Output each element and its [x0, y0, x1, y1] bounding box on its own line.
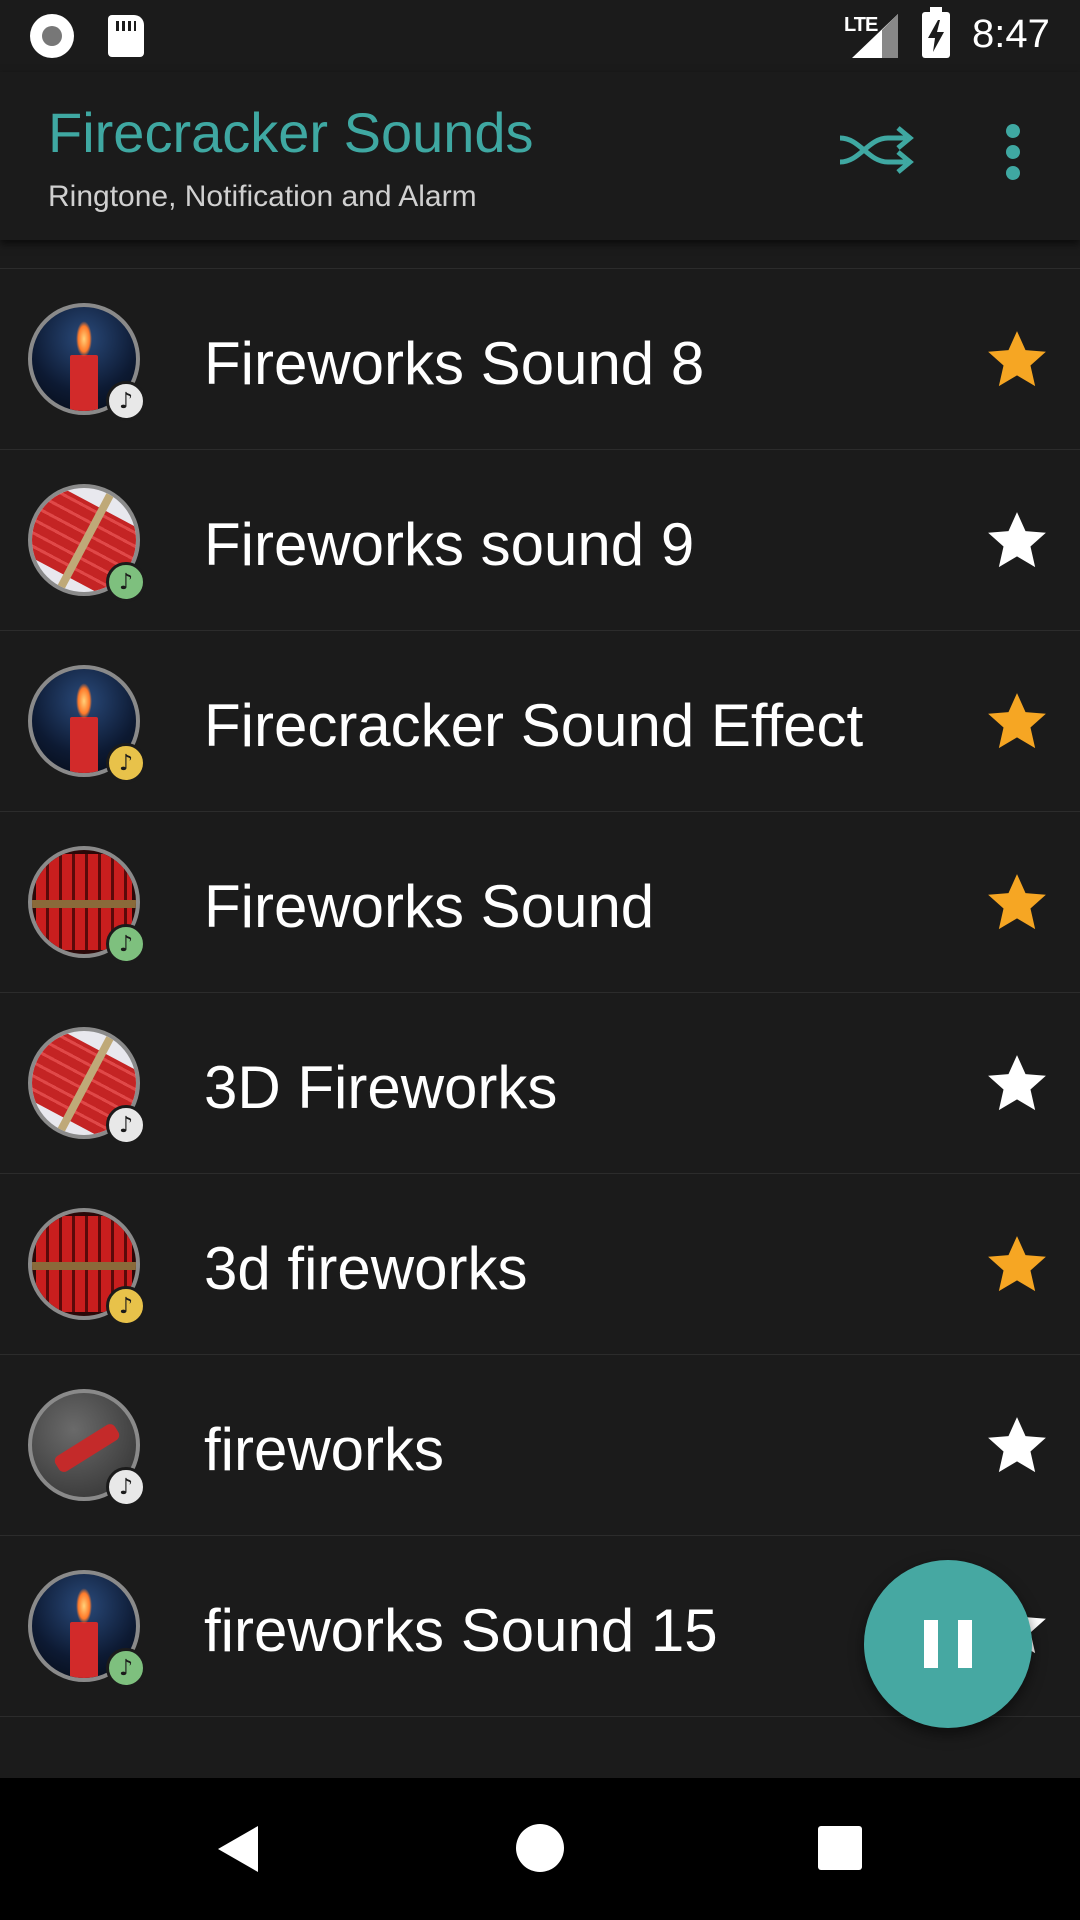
star-outline-icon[interactable]	[984, 1051, 1050, 1117]
star-outline-icon[interactable]	[984, 508, 1050, 574]
sd-card-icon	[108, 15, 144, 57]
clock: 8:47	[972, 12, 1050, 56]
shuffle-icon[interactable]	[836, 122, 916, 178]
home-icon[interactable]	[516, 1824, 564, 1872]
battery-charging-icon	[922, 7, 950, 58]
list-item[interactable]: ♪ Fireworks sound 9	[0, 450, 1080, 631]
signal-icon	[852, 14, 898, 58]
sound-title: fireworks	[204, 1416, 445, 1483]
sound-title: Fireworks sound 9	[204, 511, 695, 578]
music-note-icon: ♪	[106, 562, 146, 602]
sound-title: 3d fireworks	[204, 1235, 528, 1302]
navigation-bar	[0, 1778, 1080, 1920]
star-outline-icon[interactable]	[984, 1413, 1050, 1479]
pause-button[interactable]	[864, 1560, 1032, 1728]
list-item[interactable]: ♪ fireworks	[0, 1355, 1080, 1536]
music-note-icon: ♪	[106, 743, 146, 783]
sound-title: Fireworks Sound 8	[204, 330, 705, 397]
sound-title: 3D Fireworks	[204, 1054, 558, 1121]
music-note-icon: ♪	[106, 381, 146, 421]
back-icon[interactable]	[214, 1824, 264, 1874]
record-icon	[30, 14, 74, 58]
recents-icon[interactable]	[818, 1826, 862, 1870]
list-item[interactable]: ♪ 3D Fireworks	[0, 993, 1080, 1174]
star-filled-icon[interactable]	[984, 870, 1050, 936]
music-note-icon: ♪	[106, 924, 146, 964]
list-item[interactable]: ♪Happy New Year	[0, 240, 1080, 269]
music-note-icon: ♪	[106, 1286, 146, 1326]
sound-title: Fireworks Sound	[204, 873, 655, 940]
star-filled-icon[interactable]	[984, 1232, 1050, 1298]
list-item[interactable]: ♪ Fireworks Sound 8	[0, 269, 1080, 450]
more-options-icon[interactable]	[990, 120, 1038, 184]
list-item[interactable]: ♪ 3d fireworks	[0, 1174, 1080, 1355]
music-note-icon: ♪	[106, 1467, 146, 1507]
star-filled-icon[interactable]	[984, 327, 1050, 393]
music-note-icon: ♪	[106, 1648, 146, 1688]
sound-title: fireworks Sound 15	[204, 1597, 718, 1664]
pause-icon	[924, 1620, 938, 1668]
app-title: Firecracker Sounds	[48, 101, 534, 164]
sound-list[interactable]: ♪Happy New Year ♪ Fireworks Sound 8 ♪ Firewo…	[0, 240, 1080, 1778]
star-filled-icon[interactable]	[984, 689, 1050, 755]
app-bar: Firecracker Sounds Ringtone, Notificatio…	[0, 72, 1080, 240]
list-item[interactable]: ♪ Fireworks Sound	[0, 812, 1080, 993]
status-bar: LTE 8:47	[0, 0, 1080, 72]
app-subtitle: Ringtone, Notification and Alarm	[48, 180, 477, 213]
sound-title: Firecracker Sound Effect	[204, 692, 864, 759]
music-note-icon: ♪	[106, 1105, 146, 1145]
list-item[interactable]: ♪ Firecracker Sound Effect	[0, 631, 1080, 812]
